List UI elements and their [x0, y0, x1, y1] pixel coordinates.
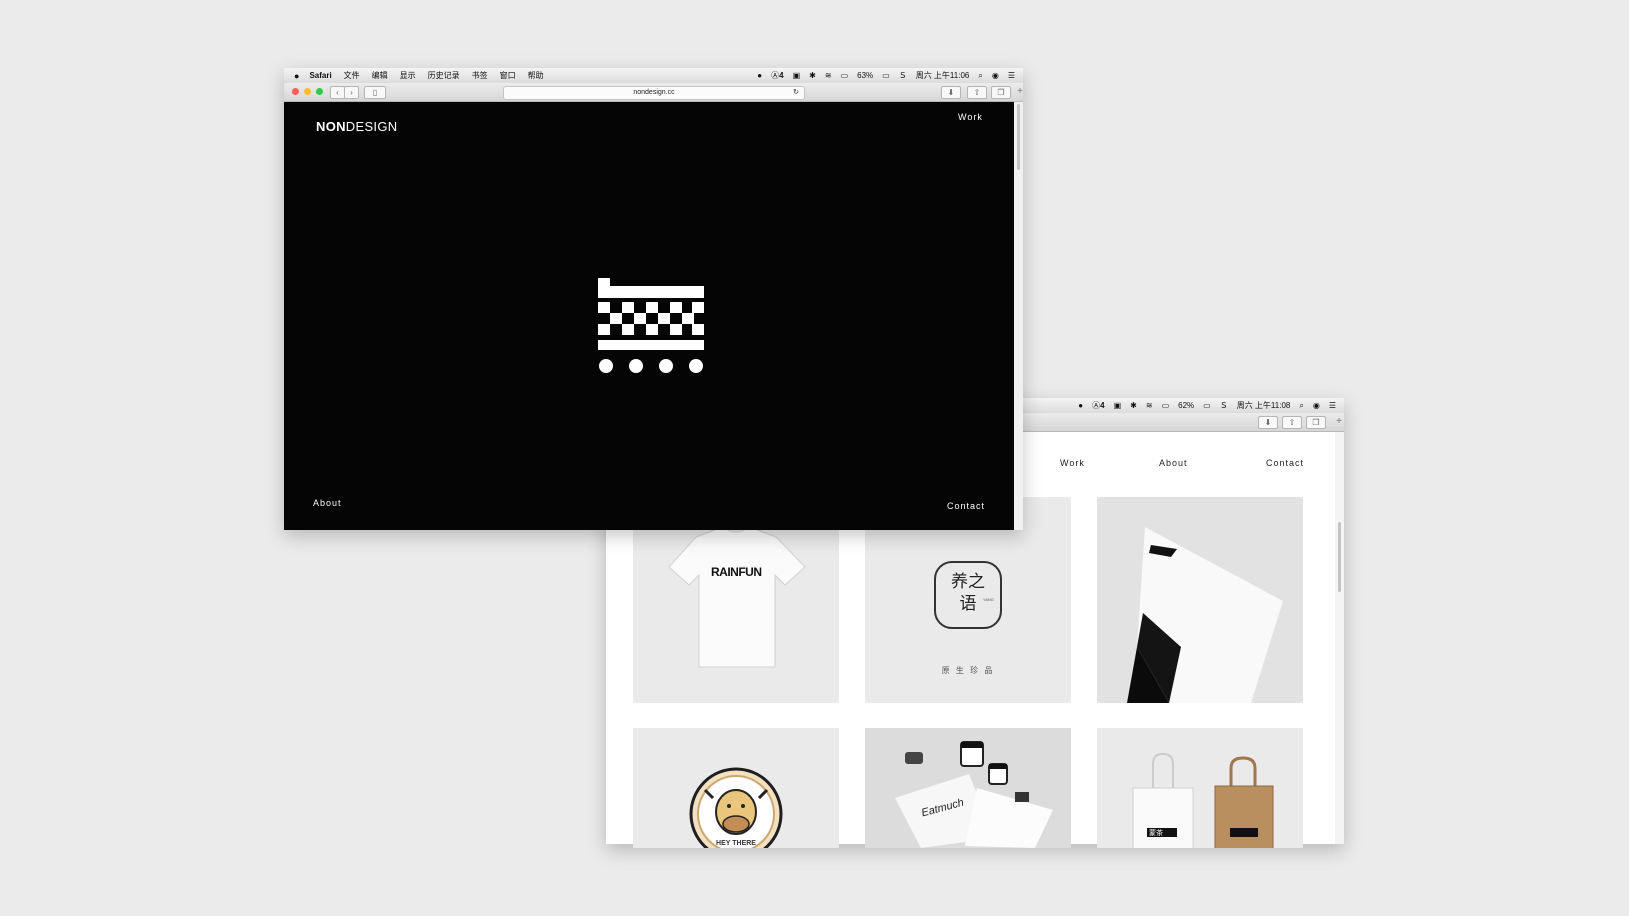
menu-view[interactable]: 显示 [400, 70, 416, 81]
wifi-icon[interactable]: ≋ [825, 71, 832, 80]
siri-icon[interactable]: ◉ [992, 71, 999, 80]
back-button[interactable]: ‹ [330, 86, 345, 99]
nav-about[interactable]: About [1159, 458, 1188, 468]
nondesign-home-page: NONDESIGN Work About Contact [284, 102, 1016, 530]
qq-icon[interactable]: ● [757, 71, 762, 80]
download-button[interactable]: ⬇ [1258, 416, 1278, 429]
address-bar[interactable]: nondesign.cc ↻ [503, 86, 805, 100]
tote-bags-image [1132, 752, 1274, 848]
airplay-icon[interactable]: ▭ [1162, 401, 1170, 410]
forward-button[interactable]: › [344, 86, 359, 99]
siri-icon[interactable]: ◉ [1313, 401, 1320, 410]
site-logo[interactable]: NONDESIGN [316, 119, 397, 134]
browser-toolbar: ‹ › ▯ nondesign.cc ↻ ⬇ ⇧ ❐ + [284, 83, 1023, 102]
share-button[interactable]: ⇧ [1282, 416, 1302, 429]
notification-center-icon[interactable]: ☰ [1008, 71, 1015, 80]
scroll-thumb[interactable] [1017, 104, 1020, 170]
tote-logo-text: 蒙茶 [1149, 830, 1163, 837]
tabs-button[interactable]: ❐ [1306, 416, 1326, 429]
cow-badge-image [689, 767, 783, 848]
adobe-icon[interactable]: Ⓐ4 [1092, 400, 1104, 411]
portfolio-tile-cow[interactable]: HEY THERE [633, 728, 839, 848]
battery-percent[interactable]: 63% [857, 71, 873, 80]
menu-window[interactable]: 窗口 [500, 70, 516, 81]
minimize-button[interactable] [304, 88, 311, 95]
back-scrollbar[interactable] [1335, 432, 1344, 844]
bluetooth-icon[interactable]: ✱ [809, 71, 816, 80]
reload-icon[interactable]: ↻ [793, 87, 799, 99]
battery-icon: ▭ [882, 71, 890, 80]
battery-icon: ▭ [1203, 401, 1211, 410]
bluetooth-icon[interactable]: ✱ [1130, 401, 1137, 410]
battery-percent[interactable]: 62% [1178, 401, 1194, 410]
notification-count: 4 [779, 71, 784, 80]
input-method-icon[interactable]: Ｓ [1220, 400, 1228, 411]
download-button[interactable]: ⬇ [941, 86, 961, 99]
app-icon[interactable]: ▣ [1114, 401, 1122, 410]
nav-about[interactable]: About [313, 498, 342, 508]
menu-help[interactable]: 帮助 [528, 70, 544, 81]
url-text: nondesign.cc [633, 89, 675, 96]
stationery-image [895, 741, 1053, 848]
input-method-icon[interactable]: Ｓ [899, 70, 907, 81]
front-scrollbar[interactable] [1014, 102, 1023, 530]
app-menu[interactable]: Safari [309, 71, 331, 80]
clock[interactable]: 周六 上午11:06 [916, 70, 970, 81]
cow-badge-text: HEY THERE [716, 840, 756, 847]
spotlight-search-icon[interactable]: ⌕ [1299, 401, 1303, 411]
tabs-button[interactable]: ❐ [991, 86, 1011, 99]
clock[interactable]: 周六 上午11:08 [1237, 400, 1291, 411]
portfolio-tile-totes[interactable]: 蒙茶 [1097, 728, 1303, 848]
menubar: ● Safari 文件 编辑 显示 历史记录 书签 窗口 帮助 ● Ⓐ4 ▣ ✱… [284, 68, 1023, 83]
rainfun-logo: RAINFUN [711, 565, 762, 579]
adobe-icon[interactable]: Ⓐ4 [771, 70, 783, 81]
menu-bookmarks[interactable]: 书签 [472, 70, 488, 81]
wifi-icon[interactable]: ≋ [1146, 401, 1153, 410]
yangzhiyu-badge: 养之语 YANG [934, 561, 1002, 629]
status-area: ● Ⓐ4 ▣ ✱ ≋ ▭ 63% ▭ Ｓ 周六 上午11:06 ⌕ ◉ ☰ [748, 68, 1015, 83]
menu-file[interactable]: 文件 [344, 70, 360, 81]
desktop-background: { "back_window": { "status": { "battery"… [0, 0, 1629, 916]
nav-work[interactable]: Work [958, 112, 983, 122]
menu-history[interactable]: 历史记录 [428, 70, 460, 81]
nav-contact[interactable]: Contact [947, 501, 985, 511]
menu-edit[interactable]: 编辑 [372, 70, 388, 81]
sidebar-button[interactable]: ▯ [364, 86, 386, 99]
nav-work[interactable]: Work [1060, 458, 1085, 468]
notification-count: 4 [1100, 401, 1105, 410]
letterhead-image [1127, 527, 1283, 703]
spotlight-search-icon[interactable]: ⌕ [978, 71, 982, 81]
portfolio-tile-letterhead[interactable] [1097, 497, 1303, 703]
new-tab-button[interactable]: + [1017, 86, 1023, 97]
notification-center-icon[interactable]: ☰ [1329, 401, 1336, 410]
share-button[interactable]: ⇧ [967, 86, 987, 99]
new-tab-button[interactable]: + [1336, 416, 1342, 427]
portfolio-tile-eatmuch[interactable]: Eatmuch [865, 728, 1071, 848]
scroll-thumb[interactable] [1338, 522, 1341, 592]
app-icon[interactable]: ▣ [793, 71, 801, 80]
status-area: ● Ⓐ4 ▣ ✱ ≋ ▭ 62% ▭ Ｓ 周六 上午11:08 ⌕ ◉ ☰ [1069, 398, 1336, 413]
airplay-icon[interactable]: ▭ [841, 71, 849, 80]
front-browser-window: ● Safari 文件 编辑 显示 历史记录 书签 窗口 帮助 ● Ⓐ4 ▣ ✱… [284, 68, 1023, 530]
close-button[interactable] [292, 88, 299, 95]
nav-contact[interactable]: Contact [1266, 458, 1304, 468]
apple-menu-icon[interactable]: ● [294, 71, 299, 81]
qq-icon[interactable]: ● [1078, 401, 1083, 410]
yangzhiyu-tagline: 原 生 珍 品 [941, 666, 995, 675]
zoom-button[interactable] [316, 88, 323, 95]
nondesign-mark-icon [598, 278, 704, 373]
